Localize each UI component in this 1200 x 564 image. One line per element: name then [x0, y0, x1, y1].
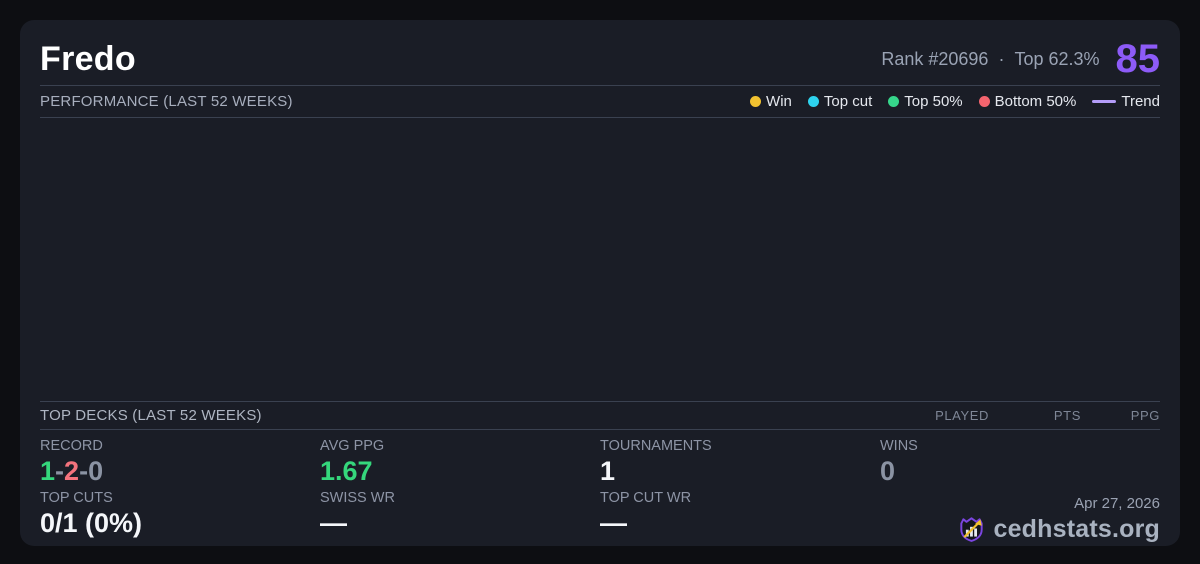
stat-top-cut-wr: TOP CUT WR — [600, 490, 880, 546]
win-dot-icon [750, 96, 762, 107]
stat-label: SWISS WR [320, 490, 395, 506]
cedhstats-logo-icon [958, 516, 985, 543]
column-ppg: PPG [1130, 408, 1160, 423]
swiss-wr-value: — [320, 508, 347, 538]
stat-record: RECORD 1-2-0 [40, 438, 320, 490]
record-draws: 0 [88, 456, 104, 486]
rank-number: Rank #20696 [881, 48, 989, 69]
wins-value: 0 [880, 456, 896, 486]
brand-name: cedhstats.org [993, 515, 1160, 543]
top-decks-heading: TOP DECKS (LAST 52 WEEKS) [40, 407, 262, 424]
rank-separator: · [998, 48, 1005, 69]
top-decks-columns: PLAYED PTS PPG [899, 408, 1160, 423]
legend-item-bottom50: Bottom 50% [978, 93, 1077, 110]
legend-label: Top 50% [904, 93, 963, 110]
chart-legend: Win Top cut Top 50% Bottom 50% Trend [750, 93, 1160, 110]
column-pts: PTS [1053, 408, 1081, 423]
legend-label: Win [766, 93, 792, 110]
tournaments-value: 1 [600, 456, 616, 486]
legend-label: Trend [1121, 93, 1160, 110]
stat-label: RECORD [40, 438, 103, 454]
legend-item-top50: Top 50% [888, 93, 963, 110]
legend-item-topcut: Top cut [807, 93, 873, 110]
top-cut-wr-value: — [600, 508, 627, 538]
stat-wins: WINS 0 [880, 438, 1160, 490]
stat-label: TOP CUT WR [600, 490, 692, 506]
avg-ppg-value: 1.67 [320, 456, 373, 486]
player-score: 85 [1115, 37, 1161, 81]
performance-chart [40, 118, 1160, 401]
rank-top-percent: Top 62.3% [1014, 48, 1100, 69]
record-losses: 2 [64, 456, 80, 486]
card-header: Fredo Rank #20696 · Top 62.3% 85 [40, 20, 1160, 85]
stat-label: WINS [880, 438, 918, 454]
stat-label: AVG PPG [320, 438, 385, 454]
stat-swiss-wr: SWISS WR — [320, 490, 600, 546]
top-cuts-value: 0/1 (0%) [40, 508, 143, 538]
topcut-dot-icon [807, 96, 819, 107]
performance-header: PERFORMANCE (LAST 52 WEEKS) Win Top cut … [40, 86, 1160, 117]
legend-item-trend: Trend [1092, 93, 1160, 110]
stat-avg-ppg: AVG PPG 1.67 [320, 438, 600, 490]
performance-heading: PERFORMANCE (LAST 52 WEEKS) [40, 93, 293, 110]
bottom50-dot-icon [978, 96, 990, 107]
rank-group: Rank #20696 · Top 62.3% 85 [881, 39, 1160, 79]
card-footer: Apr 27, 2026 cedhstats.org [880, 490, 1160, 546]
stats-grid: RECORD 1-2-0 AVG PPG 1.67 TOURNAMENTS 1 … [40, 430, 1160, 546]
brand: cedhstats.org [958, 515, 1160, 544]
player-name: Fredo [40, 40, 136, 78]
record-value: 1-2-0 [40, 456, 320, 487]
legend-label: Bottom 50% [994, 93, 1077, 110]
record-wins: 1 [40, 456, 56, 486]
stat-tournaments: TOURNAMENTS 1 [600, 438, 880, 490]
stat-label: TOP CUTS [40, 490, 113, 506]
trend-line-icon [1092, 100, 1117, 103]
top50-dot-icon [888, 96, 900, 107]
stat-top-cuts: TOP CUTS 0/1 (0%) [40, 490, 320, 546]
column-played: PLAYED [935, 408, 989, 423]
player-stats-card: Fredo Rank #20696 · Top 62.3% 85 PERFORM… [20, 20, 1180, 546]
legend-label: Top cut [823, 93, 873, 110]
legend-item-win: Win [750, 93, 792, 110]
record-sep: - [55, 456, 65, 486]
top-decks-header: TOP DECKS (LAST 52 WEEKS) PLAYED PTS PPG [40, 402, 1160, 429]
card-date: Apr 27, 2026 [1074, 495, 1160, 512]
record-sep: - [79, 456, 89, 486]
stat-label: TOURNAMENTS [600, 438, 712, 454]
